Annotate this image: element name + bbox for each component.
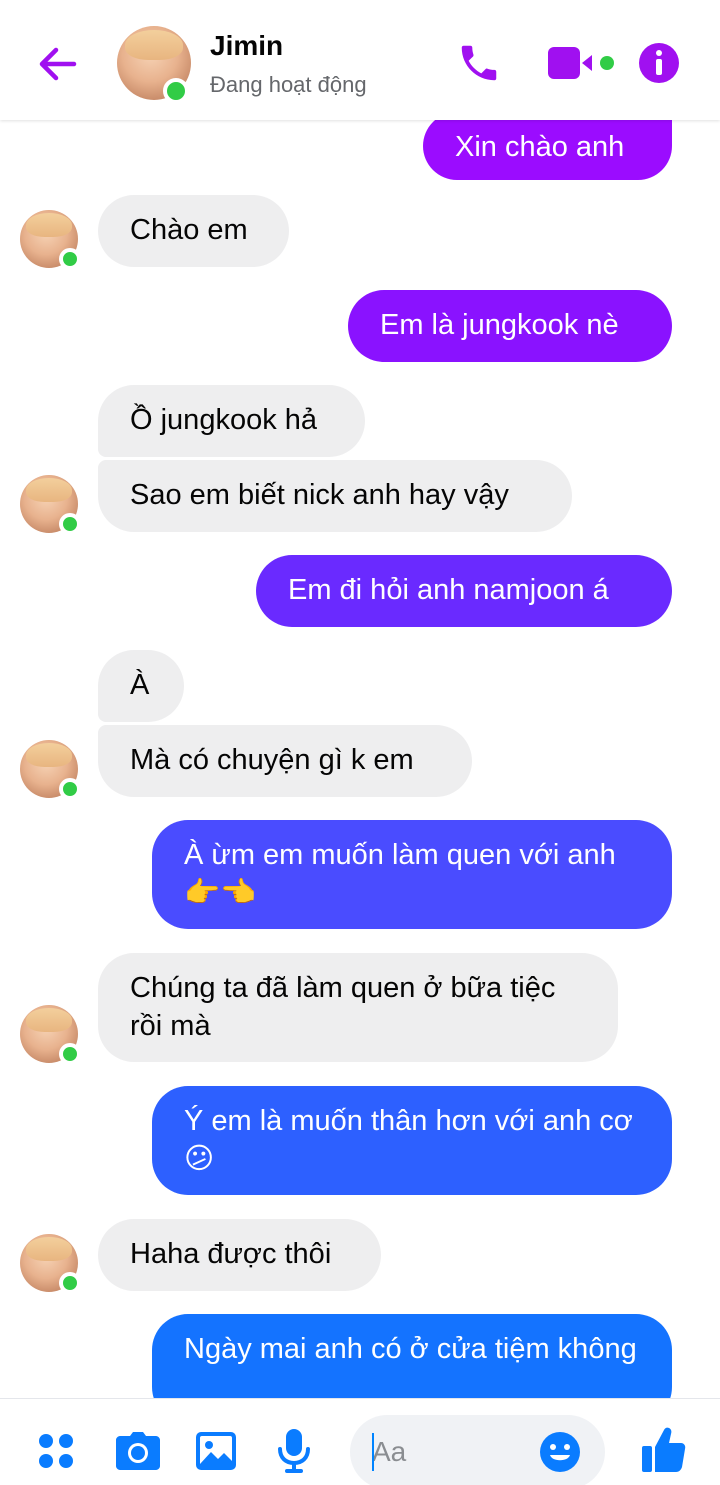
conversation-header: Jimin Đang hoạt động xyxy=(0,0,720,120)
arrow-left-icon[interactable] xyxy=(34,40,82,88)
image-icon[interactable] xyxy=(196,1432,236,1470)
online-indicator xyxy=(163,78,189,104)
smiley-icon[interactable] xyxy=(540,1432,580,1472)
online-indicator xyxy=(59,1272,81,1294)
message-bubble-incoming[interactable]: Mà có chuyện gì k em xyxy=(98,725,472,797)
camera-icon[interactable] xyxy=(116,1432,160,1470)
contact-name[interactable]: Jimin xyxy=(210,30,283,62)
contact-status: Đang hoạt động xyxy=(210,72,367,97)
online-indicator xyxy=(59,1043,81,1065)
message-bubble-incoming[interactable]: À xyxy=(98,650,184,722)
message-bubble-incoming[interactable]: Sao em biết nick anh hay vậy xyxy=(98,460,572,532)
online-indicator xyxy=(59,248,81,270)
message-bubble-outgoing[interactable]: Em đi hỏi anh namjoon á xyxy=(256,555,672,627)
composer-bar xyxy=(0,1398,720,1485)
text-caret xyxy=(372,1433,374,1471)
message-bubble-outgoing[interactable]: Ngày mai anh có ở cửa tiệm không xyxy=(152,1314,672,1398)
four-dots-icon[interactable] xyxy=(38,1433,74,1469)
online-indicator xyxy=(59,778,81,800)
info-icon[interactable] xyxy=(638,42,680,84)
message-bubble-outgoing[interactable]: À ừm em muốn làm quen với anh 👉👈 xyxy=(152,820,672,929)
message-bubble-incoming[interactable]: Haha được thôi xyxy=(98,1219,381,1291)
message-bubble-outgoing[interactable]: Em là jungkook nè xyxy=(348,290,672,362)
video-camera-icon[interactable] xyxy=(546,42,618,84)
message-bubble-outgoing[interactable]: Ý em là muốn thân hơn với anh cơ😕 xyxy=(152,1086,672,1195)
online-indicator xyxy=(59,513,81,535)
message-bubble-outgoing[interactable]: Xin chào anh xyxy=(423,120,672,180)
phone-icon[interactable] xyxy=(456,40,502,86)
message-input[interactable] xyxy=(372,1433,532,1471)
message-composer[interactable] xyxy=(350,1415,605,1485)
microphone-icon[interactable] xyxy=(278,1429,310,1473)
message-list[interactable]: Xin chào anh Chào em Em là jungkook nè Ồ… xyxy=(0,120,720,1398)
message-bubble-incoming[interactable]: Ồ jungkook hả xyxy=(98,385,365,457)
message-bubble-incoming[interactable]: Chúng ta đã làm quen ở bữa tiệc rồi mà xyxy=(98,953,618,1062)
thumbs-up-icon[interactable] xyxy=(642,1427,686,1473)
message-bubble-incoming[interactable]: Chào em xyxy=(98,195,289,267)
